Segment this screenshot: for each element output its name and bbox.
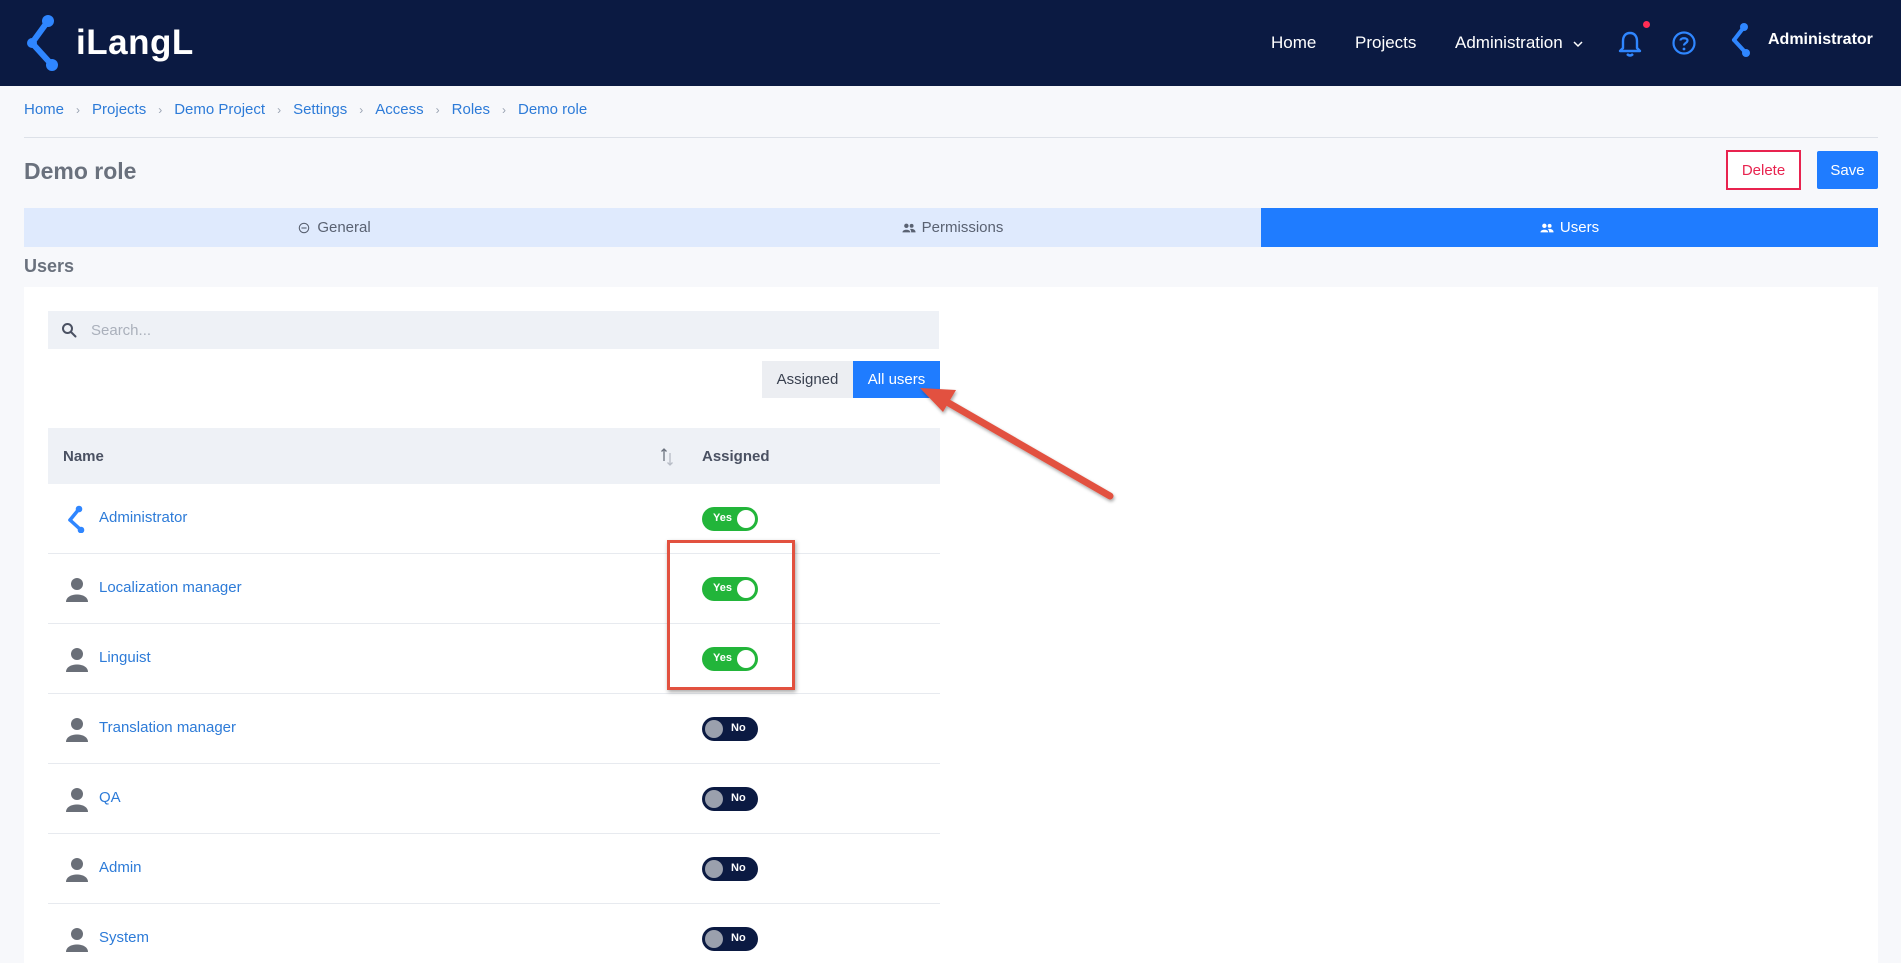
- tab-general-label: General: [317, 219, 371, 236]
- minus-circle-icon: [299, 222, 310, 233]
- toggle-label: No: [731, 722, 746, 734]
- assigned-toggle[interactable]: Yes: [702, 507, 758, 531]
- user-name-link[interactable]: Administrator: [99, 509, 187, 526]
- breadcrumb-separator-icon: ›: [277, 102, 282, 117]
- breadcrumb-separator-icon: ›: [502, 102, 506, 117]
- toggle-knob: [705, 930, 723, 948]
- breadcrumb-roles[interactable]: Roles: [452, 101, 490, 118]
- assigned-toggle[interactable]: No: [702, 857, 758, 881]
- breadcrumb-demo-role[interactable]: Demo role: [518, 101, 587, 118]
- users-icon: [1540, 223, 1554, 232]
- toggle-knob: [705, 790, 723, 808]
- page-title: Demo role: [24, 158, 137, 184]
- breadcrumb-settings[interactable]: Settings: [293, 101, 347, 118]
- toggle-label: Yes: [713, 512, 732, 524]
- ilangl-logo-icon: [27, 15, 58, 71]
- breadcrumb-divider: [24, 137, 1878, 138]
- breadcrumb-projects[interactable]: Projects: [92, 101, 146, 118]
- table-row: Linguist Yes: [48, 624, 940, 694]
- users-icon: [902, 223, 916, 232]
- tab-users-label: Users: [1559, 219, 1600, 236]
- table-row: QA No: [48, 764, 940, 834]
- assigned-toggle[interactable]: No: [702, 787, 758, 811]
- person-avatar-icon: [66, 648, 88, 672]
- search-input[interactable]: [91, 321, 891, 339]
- nav-administration[interactable]: Administration: [1455, 0, 1583, 86]
- table-row: Translation manager No: [48, 694, 940, 764]
- breadcrumb-access[interactable]: Access: [375, 101, 423, 118]
- tab-general[interactable]: General: [24, 208, 644, 247]
- breadcrumb: Home › Projects › Demo Project › Setting…: [24, 101, 587, 118]
- bell-icon[interactable]: [1617, 30, 1643, 58]
- tab-permissions[interactable]: Permissions: [644, 208, 1261, 247]
- person-avatar-icon: [66, 858, 88, 882]
- toggle-knob: [705, 860, 723, 878]
- breadcrumb-home[interactable]: Home: [24, 101, 64, 118]
- nav-administration-label: Administration: [1455, 33, 1563, 52]
- user-name-link[interactable]: Admin: [99, 859, 142, 876]
- delete-button[interactable]: Delete: [1726, 150, 1801, 190]
- tab-users[interactable]: Users: [1261, 208, 1878, 247]
- assigned-toggle[interactable]: No: [702, 717, 758, 741]
- person-avatar-icon: [66, 578, 88, 602]
- person-avatar-icon: [66, 788, 88, 812]
- toggle-knob: [737, 510, 755, 528]
- breadcrumb-separator-icon: ›: [76, 102, 81, 117]
- toggle-label: No: [731, 932, 746, 944]
- person-avatar-icon: [66, 718, 88, 742]
- column-header-assigned: Assigned: [702, 447, 770, 465]
- toggle-knob: [705, 720, 723, 738]
- user-name-link[interactable]: QA: [99, 789, 121, 806]
- breadcrumb-separator-icon: ›: [435, 102, 440, 117]
- notification-dot: [1643, 21, 1650, 28]
- logo-text: iLangL: [76, 23, 194, 62]
- role-tabs: General Permissions Users: [24, 208, 1878, 247]
- user-logo-icon: [1732, 23, 1750, 57]
- filter-assigned-button[interactable]: Assigned: [762, 361, 853, 398]
- toggle-label: No: [731, 792, 746, 804]
- assigned-toggle[interactable]: No: [702, 927, 758, 951]
- sort-icon[interactable]: [658, 445, 676, 469]
- nav-projects[interactable]: Projects: [1355, 0, 1416, 86]
- section-title: Users: [24, 256, 75, 276]
- column-header-name[interactable]: Name: [63, 428, 104, 484]
- breadcrumb-separator-icon: ›: [158, 102, 163, 117]
- chevron-down-icon: [1573, 40, 1583, 47]
- filter-all-users-button[interactable]: All users: [853, 361, 940, 398]
- toggle-label: No: [731, 862, 746, 874]
- user-name-link[interactable]: Translation manager: [99, 719, 236, 736]
- help-icon[interactable]: [1671, 30, 1697, 56]
- user-menu[interactable]: Administrator: [1728, 20, 1873, 60]
- user-name-link[interactable]: Linguist: [99, 649, 151, 666]
- search-box: [48, 311, 939, 349]
- breadcrumb-demo-project[interactable]: Demo Project: [174, 101, 265, 118]
- annotation-highlight-box: [667, 540, 795, 690]
- table-row: Localization manager Yes: [48, 554, 940, 624]
- user-name: Administrator: [1768, 31, 1873, 48]
- table-row: Administrator Yes: [48, 484, 940, 554]
- user-name-link[interactable]: Localization manager: [99, 579, 242, 596]
- search-icon: [62, 323, 77, 338]
- user-name-link[interactable]: System: [99, 929, 149, 946]
- top-navbar: iLangL Home Projects Administration Admi…: [0, 0, 1901, 86]
- table-header: Name Assigned: [48, 428, 940, 484]
- breadcrumb-separator-icon: ›: [359, 102, 364, 117]
- table-row: System No: [48, 904, 940, 963]
- logo-avatar-icon: [68, 505, 85, 533]
- tab-permissions-label: Permissions: [921, 219, 1004, 236]
- save-button[interactable]: Save: [1817, 151, 1878, 189]
- table-row: Admin No: [48, 834, 940, 904]
- person-avatar-icon: [66, 928, 88, 952]
- nav-home[interactable]: Home: [1271, 0, 1316, 86]
- app-logo[interactable]: iLangL: [22, 12, 194, 74]
